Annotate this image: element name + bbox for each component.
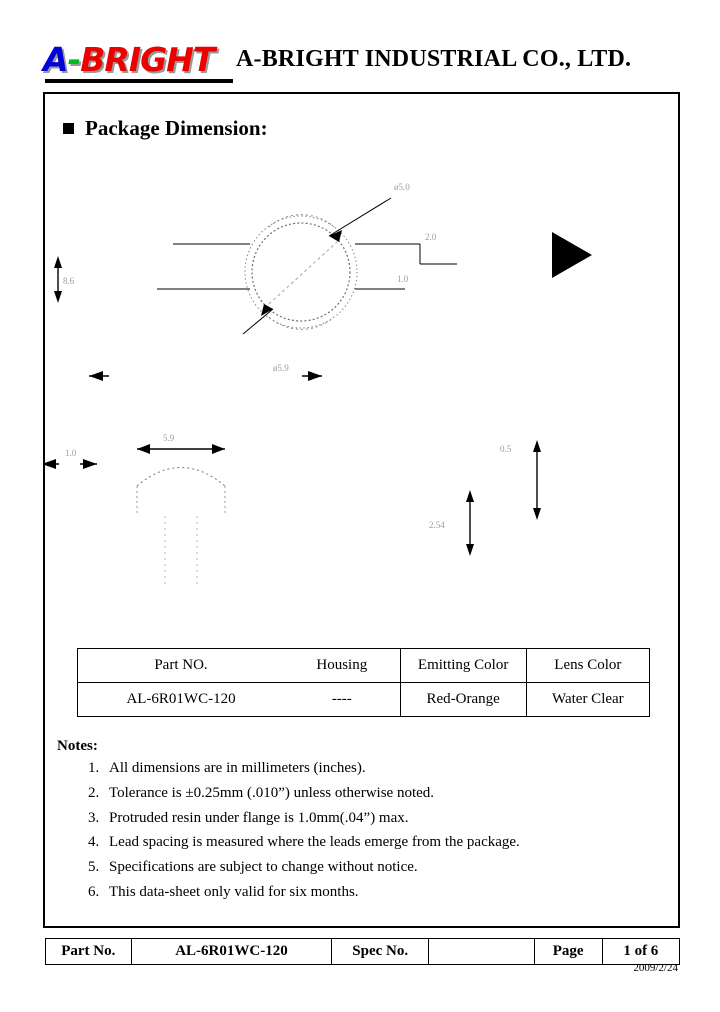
page-footer: Part No. AL-6R01WC-120 Spec No. Page 1 o… xyxy=(45,938,681,965)
width-dim-arrow-right xyxy=(212,444,225,454)
company-name: A-BRIGHT INDUSTRIAL CO., LTD. xyxy=(236,46,632,72)
label-bottom-center: ø5.9 xyxy=(273,363,289,373)
footer-part-no-value: AL-6R01WC-120 xyxy=(130,938,333,965)
footer-page-label: Page xyxy=(533,938,603,965)
cell-lens-color: Water Clear xyxy=(525,682,651,717)
right-triangle-marker-icon xyxy=(552,232,592,278)
cell-part-no: AL-6R01WC-120 xyxy=(77,682,285,717)
vdim-arrow-up xyxy=(54,256,62,268)
footer-spec-no-value xyxy=(428,938,535,965)
center-diagonal xyxy=(268,241,338,305)
vdim-right-inner-arrow-bottom xyxy=(466,544,474,556)
label-right-upper: 2.0 xyxy=(425,232,437,242)
notes-title: Notes: xyxy=(57,738,98,754)
top-view-group: ø5.0 2.0 1.0 8.6 ø5.9 xyxy=(54,182,457,381)
table-header-row: Part NO. Housing Emitting Color Lens Col… xyxy=(77,648,651,683)
header-emitting-color: Emitting Color xyxy=(399,648,527,683)
vdim-arrow-down xyxy=(54,291,62,303)
label-top-right: ø5.0 xyxy=(394,182,410,192)
logo-bright-text: BRIGHT xyxy=(80,40,215,79)
cell-housing: ---- xyxy=(284,682,401,717)
specification-table: Part NO. Housing Emitting Color Lens Col… xyxy=(77,648,651,717)
label-cathode-mark: ▼ xyxy=(45,508,46,518)
notes-section: Notes: All dimensions are in millimeters… xyxy=(57,738,667,910)
list-item: Protruded resin under flange is 1.0mm(.0… xyxy=(103,810,667,827)
logo-dash: - xyxy=(67,40,82,79)
footer-date: 2009/2/24 xyxy=(633,962,678,974)
page-title: Package Dimension: xyxy=(63,116,268,141)
vdim-right-outer-arrow-top xyxy=(533,440,541,452)
content-frame: Package Dimension: ø5.0 2.0 1.0 8.6 ø5.9… xyxy=(43,92,680,928)
company-logo: A-BRIGHT xyxy=(43,42,233,83)
list-item: All dimensions are in millimeters (inche… xyxy=(103,760,667,777)
square-bullet-icon xyxy=(63,123,74,134)
footer-page-value: 1 of 6 xyxy=(601,938,681,965)
logo-underline-rule xyxy=(45,79,233,83)
label-left-vertical: 8.6 xyxy=(63,276,75,286)
cell-emitting-color: Red-Orange xyxy=(399,682,527,717)
list-item: This data-sheet only valid for six month… xyxy=(103,884,667,901)
label-width-dim: 5.9 xyxy=(163,433,175,443)
header-lens-color: Lens Color xyxy=(525,648,651,683)
notes-list: All dimensions are in millimeters (inche… xyxy=(57,760,667,901)
list-item: Lead spacing is measured where the leads… xyxy=(103,834,667,851)
side-view-group: 5.9 1.0 ▼ 2.54 xyxy=(45,433,541,584)
table-row: AL-6R01WC-120 ---- Red-Orange Water Clea… xyxy=(77,682,651,717)
leader-line-top xyxy=(328,197,392,237)
label-lead-left: 1.0 xyxy=(65,448,77,458)
label-lead-right-lower: 2.54 xyxy=(429,520,445,530)
label-right-lower: 1.0 xyxy=(397,274,409,284)
header-part-no: Part NO. xyxy=(77,648,285,683)
footer-row: Part No. AL-6R01WC-120 Spec No. Page 1 o… xyxy=(45,938,681,965)
footer-part-no-label: Part No. xyxy=(45,938,132,965)
section-title-text: Package Dimension: xyxy=(85,116,268,140)
list-item: Tolerance is ±0.25mm (.010”) unless othe… xyxy=(103,785,667,802)
list-item: Specifications are subject to change wit… xyxy=(103,859,667,876)
package-dome-outline xyxy=(136,467,226,487)
logo-letter-a: A xyxy=(43,40,69,79)
lens-bottom-arc xyxy=(268,316,335,330)
lens-top-arc xyxy=(268,214,335,228)
page-header: A-BRIGHT A-BRIGHT INDUSTRIAL CO., LTD. xyxy=(43,42,680,90)
vdim-right-inner-arrow-top xyxy=(466,490,474,502)
footer-spec-no-label: Spec No. xyxy=(331,938,430,965)
vdim-right-outer-arrow-bottom xyxy=(533,508,541,520)
leader-line-bottom xyxy=(242,308,274,335)
package-dimension-drawing: ø5.0 2.0 1.0 8.6 ø5.9 5.9 1.0 2.54 0.5 xyxy=(45,164,678,634)
width-dim-arrow-left xyxy=(137,444,150,454)
header-housing: Housing xyxy=(284,648,401,683)
label-lead-right-upper: 0.5 xyxy=(500,444,512,454)
logo-wordmark: A-BRIGHT xyxy=(43,42,233,78)
